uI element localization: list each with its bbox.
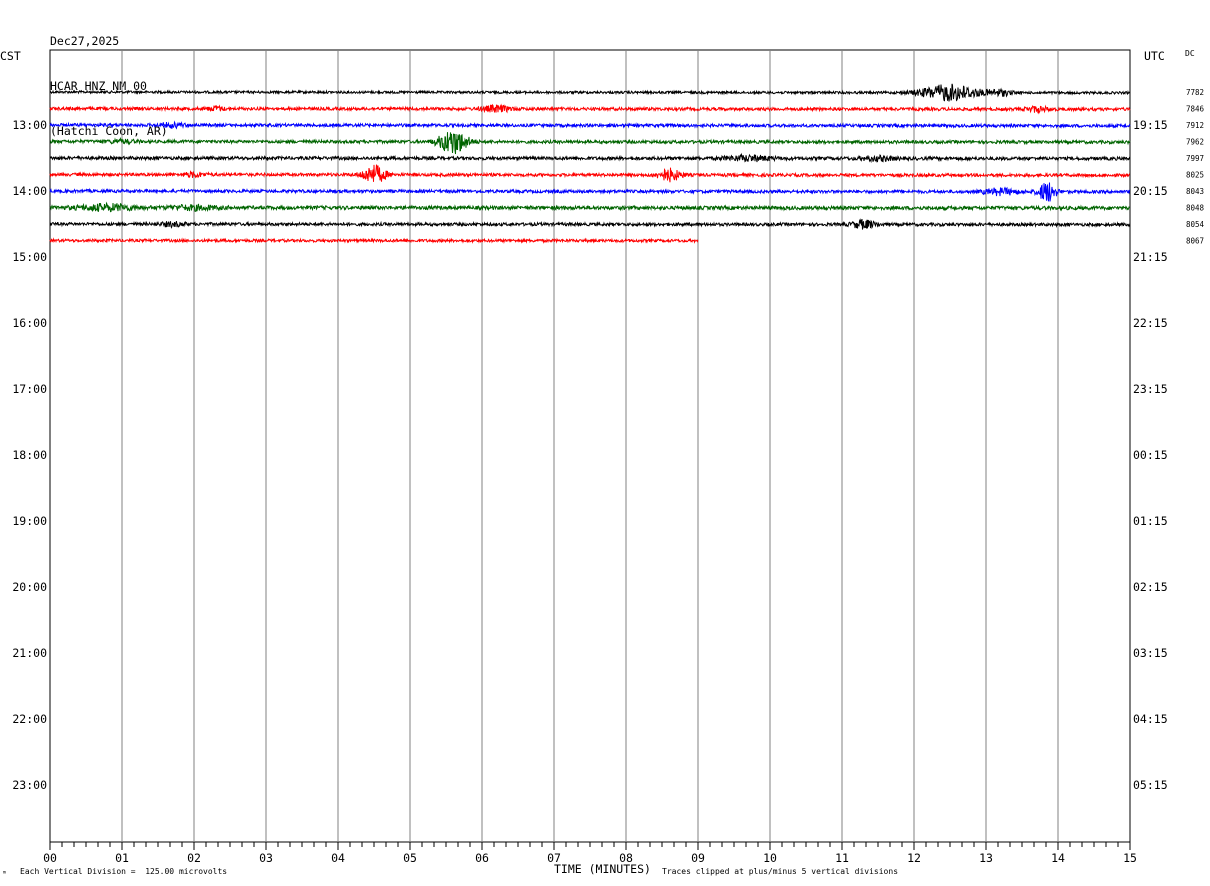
cst-hour-label: 20:00 — [12, 580, 47, 594]
x-tick-label: 11 — [835, 851, 849, 865]
cst-hour-label: 19:00 — [12, 514, 47, 528]
dc-offset-label: 7962 — [1186, 138, 1204, 147]
x-tick-label: 06 — [475, 851, 489, 865]
utc-hour-label: 23:15 — [1133, 382, 1168, 396]
cst-hour-label: 13:00 — [12, 118, 47, 132]
cst-hour-label: 18:00 — [12, 448, 47, 462]
dc-offset-label: 8025 — [1186, 171, 1204, 180]
seismic-trace — [49, 120, 1131, 130]
x-tick-label: 03 — [259, 851, 273, 865]
x-tick-label: 00 — [43, 851, 57, 865]
x-tick-label: 02 — [187, 851, 201, 865]
seismic-trace — [49, 164, 1131, 183]
cst-hour-label: 22:00 — [12, 712, 47, 726]
x-tick-label: 15 — [1123, 851, 1137, 865]
dc-offset-label: 7782 — [1186, 88, 1204, 97]
scale-note: Each Vertical Division = 125.00 microvol… — [20, 867, 228, 876]
cst-hour-label: 14:00 — [12, 184, 47, 198]
utc-hour-label: 22:15 — [1133, 316, 1168, 330]
utc-hour-label: 04:15 — [1133, 712, 1168, 726]
utc-hour-label: 05:15 — [1133, 778, 1168, 792]
dc-offset-label: 8054 — [1186, 220, 1205, 229]
dc-offset-label: 7912 — [1186, 121, 1204, 130]
x-tick-label: 04 — [331, 851, 345, 865]
dc-offset-label: 7997 — [1186, 154, 1204, 163]
utc-hour-label: 19:15 — [1133, 118, 1168, 132]
cst-hour-label: 17:00 — [12, 382, 47, 396]
x-tick-label: 14 — [1051, 851, 1065, 865]
utc-hour-label: 02:15 — [1133, 580, 1168, 594]
x-tick-label: 10 — [763, 851, 777, 865]
cst-hour-label: 23:00 — [12, 778, 47, 792]
x-axis-label: TIME (MINUTES) — [554, 862, 651, 876]
x-tick-label: 12 — [907, 851, 921, 865]
cst-hour-label: 21:00 — [12, 646, 47, 660]
seismic-trace — [49, 103, 1131, 115]
seismic-trace — [49, 83, 1131, 102]
x-tick-label: 05 — [403, 851, 417, 865]
x-tick-label: 01 — [115, 851, 129, 865]
seismic-trace — [49, 182, 1131, 202]
seismic-trace — [49, 201, 1131, 213]
seismic-trace — [49, 218, 1131, 230]
dc-offset-label: 8043 — [1186, 187, 1204, 196]
seismic-trace — [49, 237, 699, 245]
plot-frame — [49, 49, 1131, 843]
utc-hour-label: 21:15 — [1133, 250, 1168, 264]
utc-hour-label: 20:15 — [1133, 184, 1168, 198]
helicorder-plot: 00 01 02 03 04 05 06 07 08 09 10 11 12 13 14 1513:00 19:… — [12, 49, 1205, 865]
x-tick-label: 09 — [691, 851, 705, 865]
clip-note: Traces clipped at plus/minus 5 vertical … — [662, 867, 899, 876]
dc-offset-label: 8067 — [1186, 237, 1204, 246]
footer-marker: ᵐ — [2, 869, 7, 878]
utc-hour-label: 00:15 — [1133, 448, 1168, 462]
dc-offset-label: 7846 — [1186, 105, 1205, 114]
seismic-trace — [49, 132, 1131, 155]
utc-hour-label: 01:15 — [1133, 514, 1168, 528]
cst-hour-label: 15:00 — [12, 250, 47, 264]
seismic-trace — [49, 152, 1131, 164]
x-tick-label: 13 — [979, 851, 993, 865]
dc-offset-label: 8048 — [1186, 204, 1205, 213]
utc-hour-label: 03:15 — [1133, 646, 1168, 660]
cst-hour-label: 16:00 — [12, 316, 47, 330]
